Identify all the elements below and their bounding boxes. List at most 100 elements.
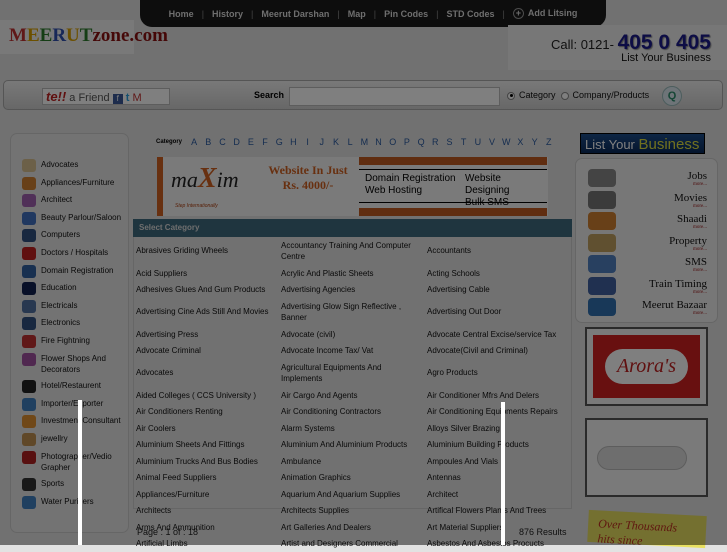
letter-s[interactable]: S xyxy=(442,137,456,147)
sidebar-item[interactable]: Investment Consultant xyxy=(11,415,128,428)
category-link[interactable]: Agro Products xyxy=(425,359,571,387)
category-link[interactable]: Advertising Agencies xyxy=(279,282,425,299)
category-link[interactable]: Antennas xyxy=(425,470,571,487)
sidebar-item[interactable]: Appliances/Furniture xyxy=(11,177,128,190)
more-link[interactable]: more... xyxy=(685,268,707,273)
quick-link-shaadi[interactable]: Shaadimore... xyxy=(677,214,707,230)
more-link[interactable]: more... xyxy=(674,204,707,209)
category-link[interactable]: Advocate (civil) xyxy=(279,326,425,343)
category-link[interactable]: Air Conditioner Mfrs And Delers xyxy=(425,387,571,404)
sidebar-item[interactable]: Electricals xyxy=(11,300,128,313)
nav-std-codes[interactable]: STD Codes xyxy=(446,9,494,19)
category-link[interactable]: Aluminium And Aluminium Products xyxy=(279,437,425,454)
twitter-icon[interactable]: t xyxy=(126,92,130,104)
category-link[interactable]: Advertising Press xyxy=(134,326,279,343)
letter-n[interactable]: N xyxy=(371,137,385,147)
nav-history[interactable]: History xyxy=(212,9,243,19)
letter-w[interactable]: W xyxy=(499,137,513,147)
category-link[interactable]: Appliances/Furniture xyxy=(134,486,279,503)
letter-c[interactable]: C xyxy=(215,137,229,147)
letter-g[interactable]: G xyxy=(272,137,286,147)
letter-h[interactable]: H xyxy=(286,137,300,147)
letter-m[interactable]: M xyxy=(357,137,371,147)
sidebar-item[interactable]: Beauty Parlour/Saloon xyxy=(11,212,128,225)
category-link[interactable]: Advocate Criminal xyxy=(134,343,279,360)
category-link[interactable]: Artist and Designers Commercial xyxy=(279,536,425,552)
category-link[interactable]: Acrylic And Plastic Sheets xyxy=(279,265,425,282)
category-link[interactable]: Aluminium Trucks And Bus Bodies xyxy=(134,453,279,470)
maxim-banner[interactable]: maXim Step Internationally Website In Ju… xyxy=(157,157,548,216)
letter-p[interactable]: P xyxy=(400,137,414,147)
category-link[interactable]: Advertising Out Door xyxy=(425,298,571,326)
category-link[interactable]: Air Conditioning Equipments Repairs xyxy=(425,404,571,421)
category-link[interactable]: Adhesives Glues And Gum Products xyxy=(134,282,279,299)
letter-k[interactable]: K xyxy=(329,137,343,147)
category-link[interactable]: Agricultural Equipments And Implements xyxy=(279,359,425,387)
search-button[interactable]: Q xyxy=(662,86,682,106)
category-link[interactable]: Aluminium Building Products xyxy=(425,437,571,454)
category-link[interactable]: Aquarium And Aquarium Supplies xyxy=(279,486,425,503)
letter-x[interactable]: X xyxy=(513,137,527,147)
more-link[interactable]: more... xyxy=(669,247,707,252)
sidebar-item[interactable]: Importer/Exporter xyxy=(11,398,128,411)
quick-link-sms[interactable]: SMSmore... xyxy=(685,257,707,273)
radio-category[interactable] xyxy=(507,92,515,100)
sidebar-item[interactable]: Sports xyxy=(11,478,128,491)
category-link[interactable]: Advocate Income Tax/ Vat xyxy=(279,343,425,360)
more-link[interactable]: more... xyxy=(687,182,707,187)
category-link[interactable]: Acting Schools xyxy=(425,265,571,282)
category-link[interactable]: Artifical Flowers Plants And Trees xyxy=(425,503,571,520)
letter-r[interactable]: R xyxy=(428,137,442,147)
letter-a[interactable]: A xyxy=(187,137,201,147)
category-link[interactable]: Acid Suppliers xyxy=(134,265,279,282)
category-link[interactable]: Abrasives Griding Wheels xyxy=(134,237,279,265)
site-logo[interactable]: MEERUTzone.com xyxy=(0,20,134,54)
sidebar-item[interactable]: jewellry xyxy=(11,433,128,446)
category-link[interactable]: Air Cargo And Agents xyxy=(279,387,425,404)
category-link[interactable]: Advertising Cine Ads Still And Movies xyxy=(134,298,279,326)
sidebar-item[interactable]: Domain Registration xyxy=(11,265,128,278)
arora-ad[interactable]: Arora's xyxy=(585,327,708,406)
nav-pin-codes[interactable]: Pin Codes xyxy=(384,9,428,19)
letter-j[interactable]: J xyxy=(315,137,329,147)
sidebar-item[interactable]: Flower Shops And Decorators xyxy=(11,353,128,376)
radio-company[interactable] xyxy=(561,92,569,100)
sidebar-item[interactable]: Fire Fightning xyxy=(11,335,128,348)
letter-u[interactable]: U xyxy=(471,137,485,147)
category-link[interactable]: Air Coolers xyxy=(134,420,279,437)
letter-z[interactable]: Z xyxy=(542,137,556,147)
category-link[interactable]: Accountants xyxy=(425,237,571,265)
sidebar-item[interactable]: Advocates xyxy=(11,159,128,172)
gmail-icon[interactable]: M xyxy=(133,92,142,104)
category-link[interactable]: Architects xyxy=(134,503,279,520)
category-link[interactable]: Architect xyxy=(425,486,571,503)
quick-link-train-timing[interactable]: Train Timingmore... xyxy=(649,279,707,295)
category-link[interactable]: Animation Graphics xyxy=(279,470,425,487)
sidebar-item[interactable]: Doctors / Hospitals xyxy=(11,247,128,260)
category-link[interactable]: Asbestos And Asbestos Procucts xyxy=(425,536,571,552)
category-link[interactable]: Animal Feed Suppliers xyxy=(134,470,279,487)
category-link[interactable]: Artificial Limbs xyxy=(134,536,279,552)
category-link[interactable]: Advocates xyxy=(134,359,279,387)
tell-a-friend[interactable]: te!! a Friend f t M xyxy=(42,88,170,105)
letter-d[interactable]: D xyxy=(230,137,244,147)
letter-l[interactable]: L xyxy=(343,137,357,147)
category-link[interactable]: Ampoules And Vials xyxy=(425,453,571,470)
category-link[interactable]: Aided Colleges ( CCS University ) xyxy=(134,387,279,404)
sidebar-item[interactable]: Computers xyxy=(11,229,128,242)
category-link[interactable]: Advertising Cable xyxy=(425,282,571,299)
category-link[interactable]: Advocate(Civil and Criminal) xyxy=(425,343,571,360)
letter-t[interactable]: T xyxy=(457,137,471,147)
letter-e[interactable]: E xyxy=(244,137,258,147)
sidebar-item[interactable]: Electronics xyxy=(11,317,128,330)
letter-b[interactable]: B xyxy=(201,137,215,147)
category-link[interactable]: Aluminium Sheets And Fittings xyxy=(134,437,279,454)
category-link[interactable]: Air Conditioners Renting xyxy=(134,404,279,421)
category-link[interactable]: Ambulance xyxy=(279,453,425,470)
nav-add-listing[interactable]: +Add Litsing xyxy=(513,8,578,19)
sidebar-item[interactable]: Photographer/Vedio Grapher xyxy=(11,451,128,474)
quick-link-meerut-bazaar[interactable]: Meerut Bazaarmore... xyxy=(642,300,707,316)
category-link[interactable]: Advocate Central Excise/service Tax xyxy=(425,326,571,343)
sidebar-item[interactable]: Education xyxy=(11,282,128,295)
quick-link-property[interactable]: Propertymore... xyxy=(669,236,707,252)
